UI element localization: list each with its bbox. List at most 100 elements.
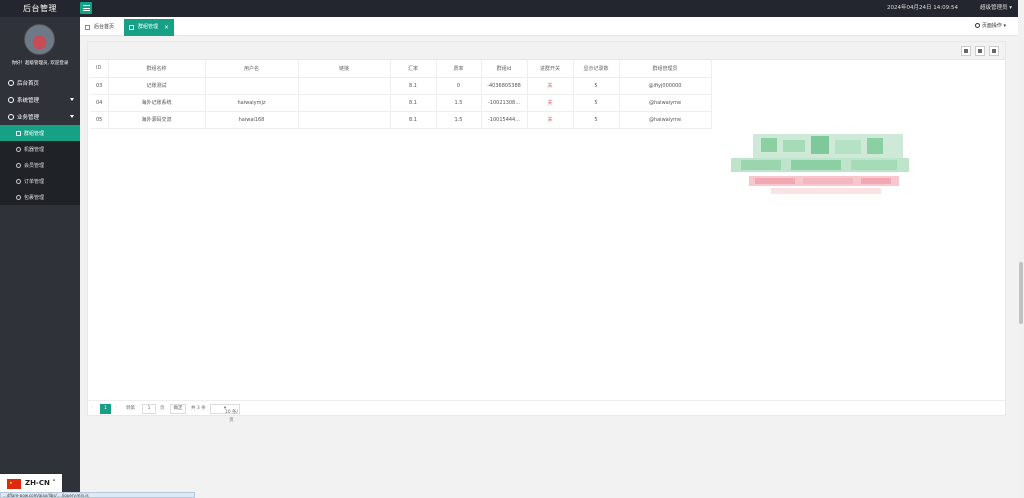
sidebar-item-packages[interactable]: 包裹管理 [0,189,80,205]
sidebar-item-members[interactable]: 会员管理 [0,157,80,173]
tab-home[interactable]: 后台首页 [80,19,120,36]
sidebar-item-label: 包裹管理 [24,194,45,201]
sidebar-item-label: 后台首页 [17,80,40,87]
per-page-select[interactable]: 10 条/页 ▾ [210,404,240,423]
goto-label: 到第 [126,406,135,411]
cell-admin: @haiwaiyme [619,111,712,129]
column-header: 费率 [436,60,482,78]
table-row[interactable]: 04 海外记账系统 haiwaiymjz 8.1 1.5 -10021308..… [90,94,712,112]
table-row[interactable]: 03 记账测试 8.1 0 -4036805388 关 5 @ifiyj0000… [90,77,712,95]
language-switcher[interactable]: ★ ZH-CN ˄ [0,474,62,493]
blurred-qr-image [731,134,909,194]
edit-icon [129,25,134,30]
cell-id: 05 [90,111,109,129]
sidebar-item-groups[interactable]: 群组管理 [0,125,80,141]
cell-join-switch[interactable]: 关 [527,111,574,129]
sidebar-item-system[interactable]: 系统管理 [0,91,80,108]
cell-join-switch[interactable]: 关 [527,77,574,95]
avatar [24,24,55,55]
column-header: 群组id [481,60,528,78]
chevron-down-icon [70,98,74,101]
next-page-icon[interactable]: › [115,405,117,410]
top-bar: 后台管理 2024年04月24日 14:09:54 超级管理员 ▾ [0,0,1018,17]
home-icon [8,79,14,86]
cell-link [298,111,391,129]
column-header: 群组管理员 [619,60,712,78]
cell-link [298,94,391,112]
language-label: ZH-CN [25,479,50,487]
circle-icon [974,23,980,28]
page-ops-label: 页面操作 [981,23,1002,29]
cell-username: haiwaiymjz [205,94,299,112]
cell-id: 04 [90,94,109,112]
groups-table: ID 群组名称 用户名 链接 汇率 费率 群组id 进群开关 显示记录数 群组管… [90,60,712,129]
cell-username [205,77,299,95]
home-icon [85,25,90,30]
page-ops-menu[interactable]: 页面操作 ▾ [974,17,1006,36]
print-icon[interactable] [989,46,999,56]
page-unit-label: 页 [160,406,165,411]
gear-icon [8,113,14,120]
check-circle-icon [16,162,21,168]
column-header: 群组名称 [108,60,206,78]
confirm-button[interactable]: 确定 [170,404,186,414]
content-panel: ID 群组名称 用户名 链接 汇率 费率 群组id 进群开关 显示记录数 群组管… [87,41,1007,423]
tabs-bar: 后台首页 群组管理 × 页面操作 ▾ [80,17,1018,36]
page-current[interactable]: 1 [100,404,111,414]
total-count: 共 3 条 [191,406,206,411]
tab-label: 后台首页 [94,24,115,30]
column-header: 汇率 [390,60,437,78]
brand-title: 后台管理 [23,4,57,13]
column-header: 进群开关 [527,60,574,78]
gear-icon [16,194,21,200]
close-icon[interactable]: × [164,19,169,36]
scrollbar-thumb[interactable] [1019,262,1023,324]
cell-fee: 0 [436,77,482,95]
cell-username: haiwai168 [205,111,299,129]
sidebar-item-home[interactable]: 后台首页 [0,74,80,91]
sidebar-item-business[interactable]: 业务管理 [0,108,80,125]
user-name: 超级管理员 [979,5,1008,11]
cell-rate: 8.1 [390,94,437,112]
per-page-value: 10 条/页 [224,410,239,423]
prev-page-icon[interactable]: ‹ [91,405,93,410]
sidebar-item-label: 业务管理 [17,114,40,121]
cell-group-name: 海外记账系统 [108,94,206,112]
cell-record-count: 5 [573,94,620,112]
sidebar-item-label: 机器管理 [24,146,45,153]
pagination: ‹ 1 › 到第 1 页 确定 共 3 条 10 条/页 ▾ [88,400,1007,423]
menu-toggle-icon[interactable] [80,2,92,14]
export-icon[interactable] [975,46,985,56]
sidebar-item-machines[interactable]: 机器管理 [0,141,80,157]
gear-icon [8,96,14,103]
page-input[interactable]: 1 [142,404,156,414]
page-scrollbar[interactable] [1018,0,1024,498]
table-row[interactable]: 05 海外源码交流 haiwai168 8.1 1.5 -10015444...… [90,111,712,129]
column-header: 用户名 [205,60,299,78]
welcome-text: 你好！超级管理员, 欢迎登录 [11,61,69,66]
china-flag-icon: ★ [7,479,21,489]
tab-groups[interactable]: 群组管理 × [124,19,175,36]
cell-group-id: -10021308... [481,94,528,112]
cell-join-switch[interactable]: 关 [527,94,574,112]
sidebar-item-label: 系统管理 [17,97,40,104]
cell-fee: 1.5 [436,94,482,112]
columns-icon[interactable] [961,46,971,56]
sidebar: 你好！超级管理员, 欢迎登录 后台首页 系统管理 业务管理 群组管理 机器管理 … [0,17,80,498]
clock-display: 2024年04月24日 14:09:54 [887,5,958,11]
sidebar-item-label: 订单管理 [24,178,45,185]
cell-id: 03 [90,77,109,95]
sidebar-item-orders[interactable]: 订单管理 [0,173,80,189]
column-header: 显示记录数 [573,60,620,78]
column-header: ID [90,60,109,78]
share-icon [16,178,21,184]
cell-group-name: 记账测试 [108,77,206,95]
user-menu[interactable]: 超级管理员 ▾ [980,0,1012,17]
edit-icon [16,130,21,136]
sidebar-item-label: 群组管理 [24,130,45,137]
tab-label: 群组管理 [138,24,159,30]
table-toolbar [88,42,1005,60]
chevron-down-icon [70,115,74,118]
cell-group-id: -10015444... [481,111,528,129]
column-header: 链接 [298,60,391,78]
